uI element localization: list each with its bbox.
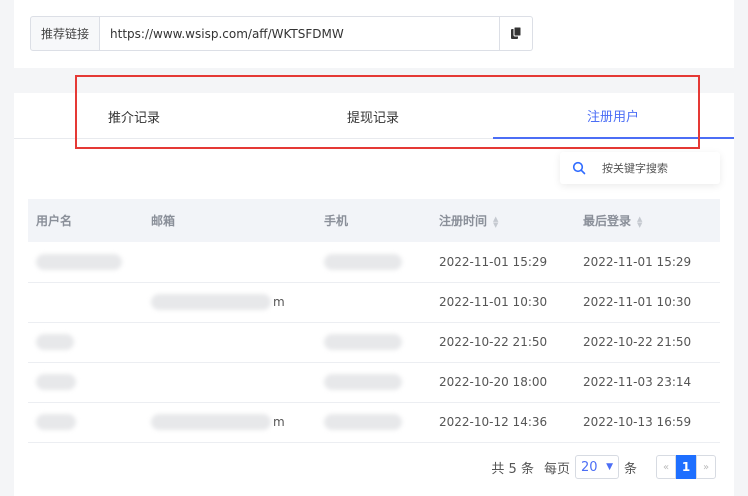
cell-phone (316, 242, 431, 282)
cell-registered: 2022-11-01 10:30 (439, 295, 548, 309)
cell-username (28, 322, 143, 362)
prev-page-button[interactable]: « (656, 455, 676, 479)
redacted-blur (151, 294, 271, 310)
referral-link-label: 推荐链接 (30, 16, 101, 51)
copy-button[interactable] (500, 16, 534, 51)
redacted-blur (324, 414, 402, 430)
table-row: m 2022-10-12 14:36 2022-10-13 16:59 (28, 402, 720, 442)
cell-last-login: 2022-11-03 23:14 (583, 375, 692, 389)
pagination: 共 5 条 每页 20 ▼ 条 « 1 » (486, 454, 716, 480)
col-header-phone: 手机 (324, 214, 349, 228)
cell-email: m (143, 282, 316, 322)
cell-registered: 2022-10-22 21:50 (439, 335, 548, 349)
next-page-button[interactable]: » (696, 455, 716, 479)
chevron-down-icon: ▼ (606, 462, 613, 472)
table-row: m 2022-11-01 10:30 2022-11-01 10:30 (28, 282, 720, 322)
table-header-row: 用户名 邮箱 手机 注册时间 ▲ ▼ 最后登录 ▲ ▼ (28, 199, 720, 242)
cell-phone (316, 282, 431, 322)
search-icon (572, 161, 586, 175)
cell-email (143, 362, 316, 402)
cell-last-login: 2022-11-01 10:30 (583, 295, 692, 309)
page-size-select[interactable]: 20 ▼ (574, 455, 619, 479)
table-row: 2022-10-20 18:00 2022-11-03 23:14 (28, 362, 720, 402)
cell-phone (316, 402, 431, 442)
redacted-blur (36, 414, 76, 430)
records-card: 推介记录 提现记录 注册用户 用户名 邮箱 手机 注册时间▲▼ 最后登录▲▼ (14, 75, 734, 496)
cell-last-login: 2022-11-01 15:29 (583, 254, 692, 269)
tab-withdrawal-records[interactable]: 提现记录 (254, 93, 494, 139)
cell-username (28, 362, 143, 402)
col-header-registered[interactable]: 注册时间 ▲ ▼ (431, 199, 575, 242)
tab-registered-users[interactable]: 注册用户 (493, 93, 734, 139)
redacted-blur (36, 334, 74, 350)
col-header-email: 邮箱 (151, 214, 176, 228)
cell-registered: 2022-10-12 14:36 (439, 415, 548, 429)
cell-username (28, 282, 143, 322)
per-page-unit: 条 (623, 461, 637, 477)
tab-referral-records[interactable]: 推介记录 (14, 93, 254, 139)
cell-phone (316, 322, 431, 362)
cell-username (28, 402, 143, 442)
table-row: 2022-10-22 21:50 2022-10-22 21:50 (28, 322, 720, 362)
records-tabs: 推介记录 提现记录 注册用户 (14, 93, 734, 139)
cell-email (143, 242, 316, 282)
cell-username (28, 242, 143, 282)
sort-icon[interactable]: ▲ ▼ (493, 215, 498, 228)
page-button-current[interactable]: 1 (676, 455, 696, 479)
search-box[interactable] (560, 152, 720, 184)
total-count-text: 共 5 条 (491, 461, 534, 477)
cell-registered: 2022-10-20 18:00 (439, 375, 548, 389)
page-size-value: 20 (580, 459, 598, 475)
redacted-blur (151, 414, 271, 430)
col-header-username: 用户名 (36, 214, 73, 228)
col-header-last-login[interactable]: 最后登录 ▲ ▼ (575, 199, 720, 242)
redacted-blur (324, 334, 402, 350)
redacted-blur (324, 253, 402, 270)
cell-email (143, 322, 316, 362)
copy-icon (510, 24, 522, 43)
redacted-blur (36, 253, 122, 270)
cell-last-login: 2022-10-22 21:50 (583, 335, 692, 349)
referral-link-group: 推荐链接 (30, 16, 534, 51)
search-input[interactable] (602, 161, 712, 175)
cell-registered: 2022-11-01 15:29 (439, 254, 548, 269)
redacted-blur (36, 374, 76, 390)
cell-last-login: 2022-10-13 16:59 (583, 415, 692, 429)
redacted-blur (324, 374, 402, 390)
cell-email: m (143, 402, 316, 442)
users-table: 用户名 邮箱 手机 注册时间 ▲ ▼ 最后登录 ▲ ▼ 2022-11-01 15:29… (28, 199, 720, 443)
table-row: 2022-11-01 15:29 2022-11-01 15:29 (28, 242, 720, 282)
referral-card: 推荐链接 (14, 0, 734, 68)
per-page-label: 每页 (543, 461, 570, 477)
sort-icon[interactable]: ▲ ▼ (637, 215, 642, 228)
referral-link-input[interactable] (100, 16, 501, 51)
cell-phone (316, 362, 431, 402)
